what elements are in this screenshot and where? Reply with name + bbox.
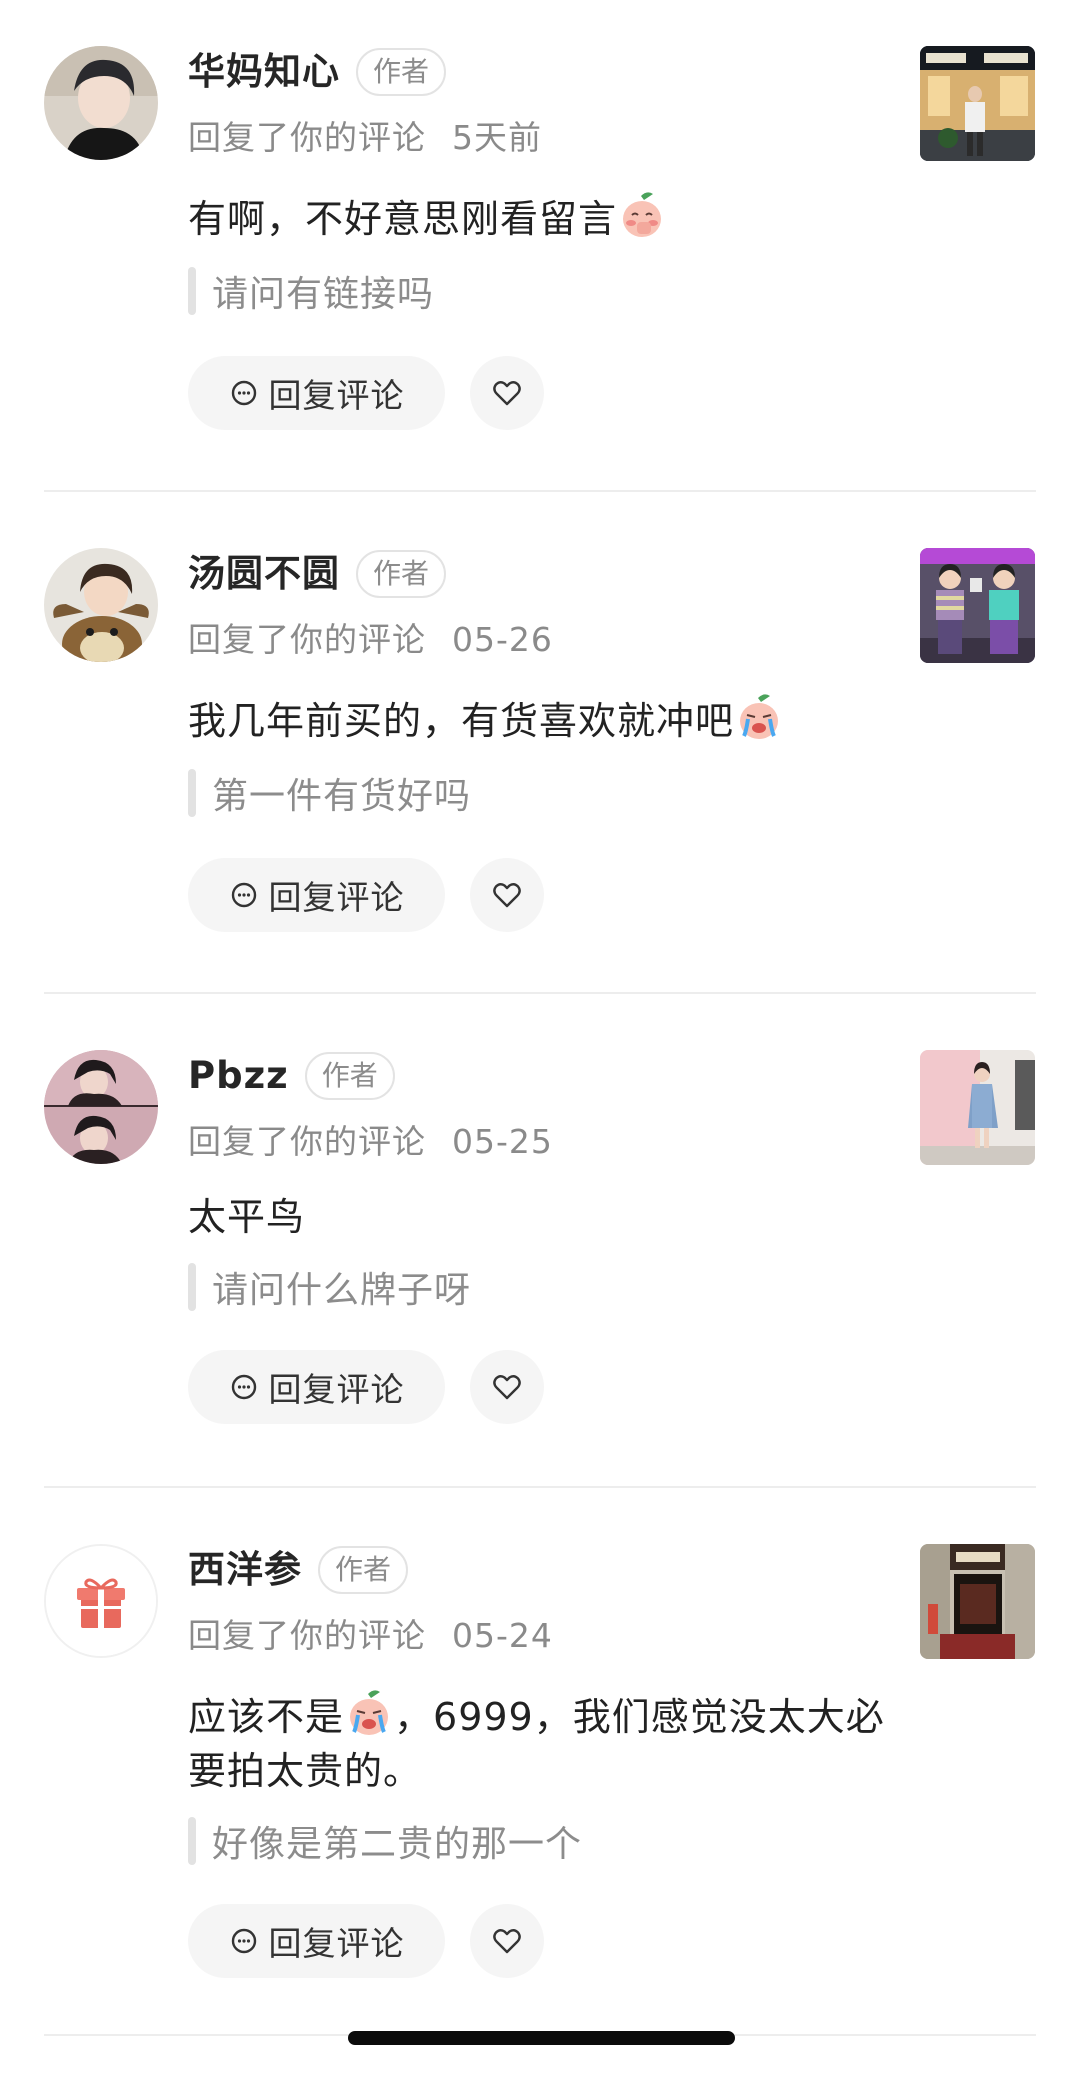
post-thumbnail[interactable]	[920, 46, 1035, 161]
comment-content: 有啊，不好意思刚看留言	[188, 190, 888, 246]
heart-icon	[493, 381, 521, 406]
comment-meta: 回复了你的评论 05-24	[188, 1614, 553, 1658]
comment-text: 太平鸟	[188, 1195, 306, 1239]
quote-text: 请问有链接吗	[212, 274, 435, 315]
divider	[44, 1486, 1036, 1488]
quote-bar	[188, 267, 196, 315]
username[interactable]: 汤圆不圆	[188, 548, 340, 600]
shy-peach-emoji-icon	[617, 190, 667, 240]
heart-icon	[493, 1929, 521, 1954]
avatar[interactable]	[44, 548, 158, 662]
post-thumbnail[interactable]	[920, 1050, 1035, 1165]
chat-bubble-icon	[231, 380, 256, 406]
crying-peach-emoji-icon	[344, 1688, 394, 1738]
quoted-comment: 请问什么牌子呀	[188, 1262, 471, 1312]
divider	[44, 992, 1036, 994]
comment-meta: 回复了你的评论 5天前	[188, 116, 542, 160]
like-button[interactable]	[470, 356, 544, 430]
like-button[interactable]	[470, 1350, 544, 1424]
comment-content: 我几年前买的，有货喜欢就冲吧	[188, 692, 888, 748]
author-tag: 作者	[356, 48, 447, 96]
crying-peach-emoji-icon	[734, 692, 784, 742]
quoted-comment: 好像是第二贵的那一个	[188, 1816, 582, 1866]
reply-action-text: 回复了你的评论	[188, 1122, 426, 1161]
heart-icon	[493, 1375, 521, 1400]
timestamp: 05-25	[452, 1122, 553, 1161]
comment-meta: 回复了你的评论 05-25	[188, 1120, 553, 1164]
reply-action-text: 回复了你的评论	[188, 1616, 426, 1655]
reply-comment-label: 回复评论	[268, 878, 405, 917]
post-thumbnail[interactable]	[920, 1544, 1035, 1659]
quote-text: 第一件有货好吗	[212, 776, 472, 817]
post-thumbnail[interactable]	[920, 548, 1035, 663]
comment-content: 应该不是 ，6999，我们感觉没太大必要拍太贵的。	[188, 1688, 888, 1798]
like-button[interactable]	[470, 858, 544, 932]
avatar[interactable]	[44, 1050, 158, 1164]
quote-bar	[188, 769, 196, 817]
chat-bubble-icon	[231, 882, 256, 908]
comment-text: 有啊，不好意思刚看留言	[188, 197, 618, 241]
avatar[interactable]	[44, 1544, 158, 1658]
username[interactable]: 西洋参	[188, 1544, 302, 1596]
reply-comment-label: 回复评论	[268, 1924, 405, 1963]
comment-text: 应该不是	[188, 1695, 345, 1739]
comment-notifications-page: 华妈知心 作者 回复了你的评论 5天前 有啊，不好意思刚看留言 请问有链接吗 回…	[0, 0, 1080, 2074]
comment-text: 我几年前买的，有货喜欢就冲吧	[188, 699, 735, 743]
heart-icon	[493, 883, 521, 908]
quoted-comment: 第一件有货好吗	[188, 768, 471, 818]
reply-comment-label: 回复评论	[268, 376, 405, 415]
author-tag: 作者	[356, 550, 447, 598]
reply-comment-button[interactable]: 回复评论	[188, 356, 445, 430]
comment-meta: 回复了你的评论 05-26	[188, 618, 553, 662]
reply-comment-label: 回复评论	[268, 1370, 405, 1409]
username-row: 西洋参 作者	[188, 1544, 409, 1596]
timestamp: 5天前	[452, 118, 542, 157]
avatar[interactable]	[44, 46, 158, 160]
home-indicator[interactable]	[348, 2031, 735, 2045]
chat-bubble-icon	[231, 1374, 256, 1400]
reply-action-text: 回复了你的评论	[188, 118, 426, 157]
quoted-comment: 请问有链接吗	[188, 266, 434, 316]
timestamp: 05-24	[452, 1616, 553, 1655]
username-row: 汤圆不圆 作者	[188, 548, 447, 600]
username[interactable]: Pbzz	[188, 1050, 289, 1102]
quote-bar	[188, 1263, 196, 1311]
divider	[44, 490, 1036, 492]
timestamp: 05-26	[452, 620, 553, 659]
author-tag: 作者	[318, 1546, 409, 1594]
username-row: Pbzz 作者	[188, 1050, 395, 1102]
reply-comment-button[interactable]: 回复评论	[188, 858, 445, 932]
quote-text: 请问什么牌子呀	[212, 1270, 472, 1311]
quote-bar	[188, 1817, 196, 1865]
like-button[interactable]	[470, 1904, 544, 1978]
comment-content: 太平鸟	[188, 1190, 888, 1244]
reply-action-text: 回复了你的评论	[188, 620, 426, 659]
reply-comment-button[interactable]: 回复评论	[188, 1350, 445, 1424]
quote-text: 好像是第二贵的那一个	[212, 1824, 583, 1865]
reply-comment-button[interactable]: 回复评论	[188, 1904, 445, 1978]
chat-bubble-icon	[231, 1928, 256, 1954]
author-tag: 作者	[304, 1052, 395, 1100]
username[interactable]: 华妈知心	[188, 46, 340, 98]
username-row: 华妈知心 作者	[188, 46, 447, 98]
